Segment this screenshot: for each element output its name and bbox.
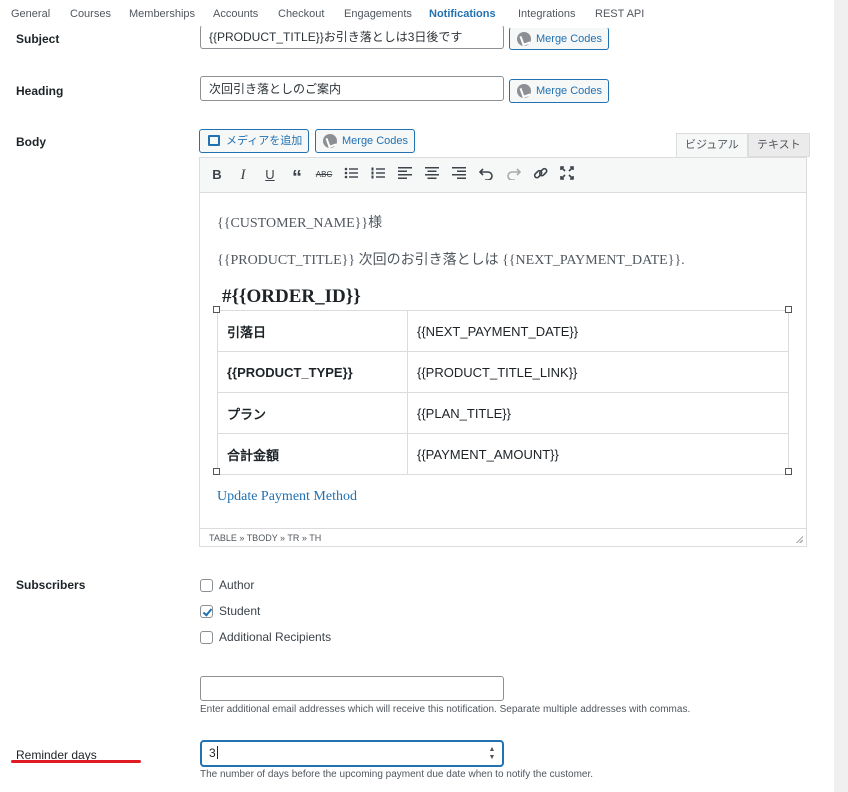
media-icon — [208, 135, 220, 146]
table-cell-value: {{PLAN_TITLE}} — [407, 392, 789, 434]
heading-merge-codes-button[interactable]: Merge Codes — [509, 79, 610, 103]
table-cell-value: {{PAYMENT_AMOUNT}} — [407, 433, 789, 475]
align-left-icon[interactable] — [396, 166, 414, 184]
underline-icon[interactable]: U — [261, 166, 279, 184]
additional-recipients-checkbox-label: Additional Recipients — [219, 630, 332, 644]
update-payment-link[interactable]: Update Payment Method — [217, 489, 357, 505]
align-center-icon[interactable] — [423, 166, 441, 184]
strikethrough-icon[interactable]: ABC — [315, 166, 333, 184]
tab-engagements[interactable]: Engagements — [344, 8, 412, 20]
italic-icon[interactable]: I — [234, 166, 252, 184]
table-row: {{PRODUCT_TYPE}} {{PRODUCT_TITLE_LINK}} — [217, 351, 789, 393]
add-media-button[interactable]: メディアを追加 — [199, 129, 310, 153]
resize-handle[interactable] — [213, 306, 220, 313]
editor-resize-grip[interactable] — [795, 535, 803, 543]
additional-recipients-input[interactable] — [200, 676, 504, 701]
align-right-icon[interactable] — [450, 166, 468, 184]
subject-label: Subject — [16, 32, 60, 46]
tab-integrations[interactable]: Integrations — [518, 8, 575, 20]
student-checkbox-label: Student — [219, 604, 261, 618]
table-row: 引落日 {{NEXT_PAYMENT_DATE}} — [217, 310, 789, 352]
payment-date-text: {{PRODUCT_TITLE}} 次回のお引き落としは {{NEXT_PAYM… — [217, 253, 685, 268]
table-row: プラン {{PLAN_TITLE}} — [217, 392, 789, 434]
body-label: Body — [16, 135, 46, 149]
link-icon[interactable] — [531, 166, 549, 184]
annotation-underline — [11, 760, 141, 763]
resize-handle[interactable] — [213, 468, 220, 475]
element-path: TABLE » TBODY » TR » TH — [209, 533, 322, 543]
tab-notifications[interactable]: Notifications — [429, 8, 496, 20]
tab-rest-api[interactable]: REST API — [595, 8, 644, 20]
reminder-help-text: The number of days before the upcoming p… — [200, 769, 594, 780]
merge-codes-icon — [517, 32, 531, 46]
body-editor: B I U “ ABC {{CUSTOMER_NAME}}様 {{PRODUCT… — [199, 157, 807, 547]
bullet-list-icon[interactable] — [342, 166, 360, 184]
table-cell-key: 引落日 — [217, 310, 408, 352]
subscribers-label: Subscribers — [16, 578, 86, 592]
author-checkbox-label: Author — [219, 578, 255, 592]
body-merge-codes-button[interactable]: Merge Codes — [315, 129, 416, 153]
tab-accounts[interactable]: Accounts — [213, 8, 258, 20]
table-cell-value: {{PRODUCT_TITLE_LINK}} — [407, 351, 789, 393]
blockquote-icon[interactable]: “ — [288, 166, 306, 189]
text-tab[interactable]: テキスト — [748, 133, 810, 157]
editor-content[interactable]: {{CUSTOMER_NAME}}様 {{PRODUCT_TITLE}} 次回の… — [200, 193, 806, 529]
editor-path: TABLE » TBODY » TR » TH — [200, 528, 806, 546]
tab-general[interactable]: General — [11, 8, 50, 20]
order-id-heading: #{{ORDER_ID}} — [222, 286, 361, 307]
tab-memberships[interactable]: Memberships — [129, 8, 195, 20]
greeting-text: {{CUSTOMER_NAME}}様 — [217, 216, 383, 231]
merge-codes-label: Merge Codes — [536, 85, 603, 97]
reminder-days-value: 3 — [209, 746, 216, 760]
resize-handle[interactable] — [785, 468, 792, 475]
editor-toolbar: B I U “ ABC — [200, 158, 806, 193]
reminder-days-input[interactable]: 3 ▲ ▼ — [200, 740, 504, 767]
table-row: 合計金額 {{PAYMENT_AMOUNT}} — [217, 433, 789, 475]
subject-input[interactable]: {{PRODUCT_TITLE}}お引き落としは3日後です — [200, 25, 504, 49]
additional-recipients-checkbox[interactable] — [200, 631, 213, 644]
order-summary-table[interactable]: 引落日 {{NEXT_PAYMENT_DATE}} {{PRODUCT_TYPE… — [217, 310, 789, 475]
scrollbar-track[interactable] — [834, 0, 848, 792]
table-cell-value: {{NEXT_PAYMENT_DATE}} — [407, 310, 789, 352]
table-cell-key: {{PRODUCT_TYPE}} — [217, 351, 408, 393]
bold-icon[interactable]: B — [208, 166, 226, 184]
recipients-help-text: Enter additional email addresses which w… — [200, 704, 691, 715]
numbered-list-icon[interactable] — [369, 166, 387, 184]
resize-handle[interactable] — [785, 306, 792, 313]
settings-page: General Courses Memberships Accounts Che… — [0, 0, 834, 792]
heading-input[interactable]: 次回引き落としのご案内 — [200, 76, 504, 101]
merge-codes-label: Merge Codes — [342, 135, 409, 147]
text-caret — [216, 746, 218, 759]
merge-codes-label: Merge Codes — [536, 33, 603, 45]
table-cell-key: プラン — [217, 392, 408, 434]
subject-merge-codes-button[interactable]: Merge Codes — [509, 27, 610, 50]
table-cell-key: 合計金額 — [217, 433, 408, 475]
add-media-label: メディアを追加 — [226, 135, 303, 147]
undo-icon[interactable] — [477, 166, 495, 184]
author-checkbox[interactable] — [200, 579, 213, 592]
heading-label: Heading — [16, 84, 64, 98]
redo-icon[interactable] — [504, 166, 522, 184]
merge-codes-icon — [517, 84, 531, 98]
spinner-arrows-icon[interactable]: ▲ ▼ — [488, 746, 496, 762]
tab-checkout[interactable]: Checkout — [278, 8, 324, 20]
visual-tab[interactable]: ビジュアル — [676, 133, 748, 157]
tab-courses[interactable]: Courses — [70, 8, 111, 20]
fullscreen-icon[interactable] — [558, 166, 576, 184]
student-checkbox[interactable] — [200, 605, 213, 618]
merge-codes-icon — [323, 134, 337, 148]
